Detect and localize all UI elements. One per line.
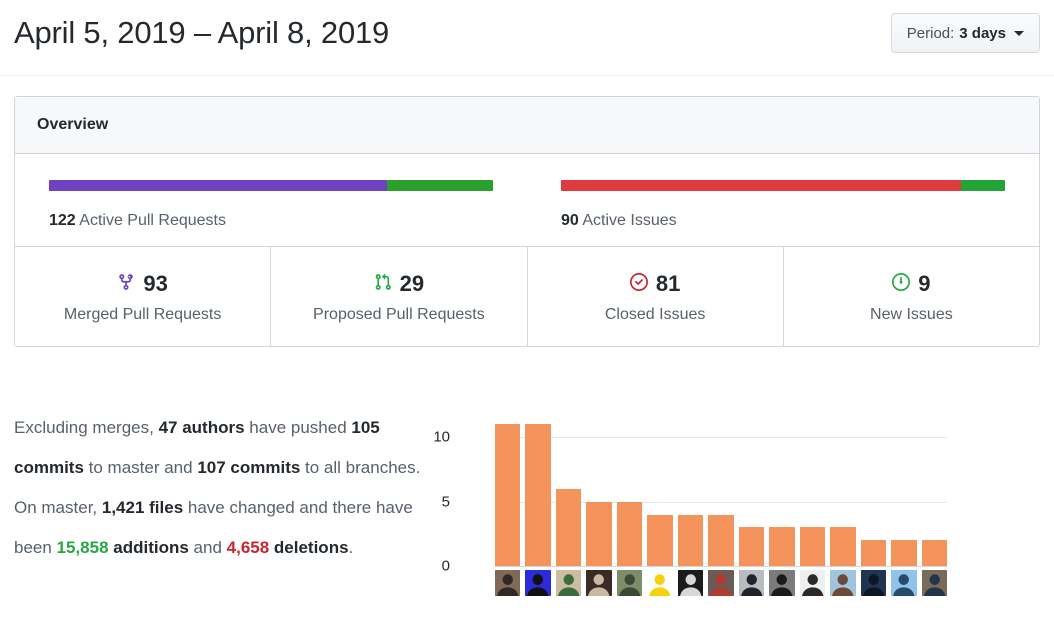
bar-15[interactable] — [922, 540, 947, 566]
active-issues-block: 90 Active Issues — [527, 180, 1039, 246]
stat-proposed-value: 29 — [400, 271, 424, 297]
active-pull-requests-block: 122 Active Pull Requests — [15, 180, 527, 246]
page-title: April 5, 2019 – April 8, 2019 — [14, 15, 389, 51]
bar-10[interactable] — [769, 527, 794, 566]
git-pull-request-icon — [374, 273, 392, 296]
avatar-1[interactable] — [495, 570, 520, 596]
overview-card-title: Overview — [37, 116, 108, 134]
avatar-12[interactable] — [830, 570, 855, 596]
summary-part-10: additions — [109, 538, 189, 557]
avatar-7[interactable] — [678, 570, 703, 596]
stat-proposed-top: 29 — [277, 271, 520, 297]
bar-1[interactable] — [495, 424, 520, 566]
progress-segment-merged — [49, 180, 387, 191]
active-pull-requests-progress-bar — [49, 180, 493, 191]
bar-11[interactable] — [800, 527, 825, 566]
active-pull-requests-count: 122 — [49, 212, 76, 229]
pulse-bottom-section: Excluding merges, 47 authors have pushed… — [0, 398, 1054, 619]
stat-proposed-pull-requests[interactable]: 29 Proposed Pull Requests — [270, 247, 526, 346]
page-header: April 5, 2019 – April 8, 2019 Period: 3 … — [0, 0, 1054, 76]
overview-stats-row: 93 Merged Pull Requests 29 Proposed Pull… — [15, 246, 1039, 346]
period-dropdown-button[interactable]: Period: 3 days — [891, 13, 1040, 53]
avatar-2[interactable] — [525, 570, 550, 596]
summary-part-0: Excluding merges, — [14, 418, 159, 437]
y-axis-tick-10: 10 — [410, 429, 450, 446]
chart-x-axis — [495, 566, 947, 567]
summary-part-7: 1,421 files — [102, 498, 183, 517]
progress-segment-new — [961, 180, 1005, 191]
stat-merged-label: Merged Pull Requests — [21, 306, 264, 324]
issue-opened-icon — [892, 273, 910, 296]
stat-closed-issues[interactable]: 81 Closed Issues — [527, 247, 783, 346]
stat-merged-value: 93 — [143, 271, 167, 297]
avatar-8[interactable] — [708, 570, 733, 596]
y-axis-tick-5: 5 — [410, 493, 450, 510]
bar-9[interactable] — [739, 527, 764, 566]
bar-5[interactable] — [617, 502, 642, 566]
stat-new-top: 9 — [790, 271, 1033, 297]
summary-part-13: deletions — [269, 538, 348, 557]
overview-progress-row: 122 Active Pull Requests 90 Active Issue… — [15, 154, 1039, 246]
stat-new-label: New Issues — [790, 306, 1033, 324]
stat-new-issues[interactable]: 9 New Issues — [783, 247, 1039, 346]
stat-closed-top: 81 — [534, 271, 777, 297]
bar-7[interactable] — [678, 515, 703, 566]
summary-part-1: 47 authors — [159, 418, 245, 437]
stat-new-value: 9 — [918, 271, 930, 297]
summary-part-12: 4,658 — [227, 538, 270, 557]
active-pull-requests-text: Active Pull Requests — [79, 212, 226, 229]
progress-segment-closed — [561, 180, 961, 191]
avatar-15[interactable] — [922, 570, 947, 596]
issue-closed-icon — [630, 273, 648, 296]
avatar-14[interactable] — [891, 570, 916, 596]
bar-2[interactable] — [525, 424, 550, 566]
avatar-6[interactable] — [647, 570, 672, 596]
avatar-4[interactable] — [586, 570, 611, 596]
stat-closed-value: 81 — [656, 271, 680, 297]
stat-merged-pull-requests[interactable]: 93 Merged Pull Requests — [15, 247, 270, 346]
y-axis-tick-0: 0 — [410, 558, 450, 575]
stat-merged-top: 93 — [21, 271, 264, 297]
summary-part-9: 15,858 — [57, 538, 109, 557]
avatar-9[interactable] — [739, 570, 764, 596]
avatar-5[interactable] — [617, 570, 642, 596]
overview-card: Overview 122 Active Pull Requests 90 — [14, 96, 1040, 347]
avatar-13[interactable] — [861, 570, 886, 596]
contributors-bar-chart: 0510 — [455, 412, 955, 602]
chart-avatar-ticks — [495, 570, 947, 598]
active-issues-text: Active Issues — [582, 212, 676, 229]
summary-part-2: have pushed — [245, 418, 352, 437]
bar-14[interactable] — [891, 540, 916, 566]
period-value: 3 days — [959, 25, 1006, 42]
stat-proposed-label: Proposed Pull Requests — [277, 306, 520, 324]
active-issues-label: 90 Active Issues — [561, 212, 1005, 230]
bar-6[interactable] — [647, 515, 672, 566]
chart-bars — [495, 418, 947, 566]
avatar-3[interactable] — [556, 570, 581, 596]
stat-closed-label: Closed Issues — [534, 306, 777, 324]
summary-part-11: and — [189, 538, 227, 557]
period-label: Period: — [907, 25, 955, 42]
git-merge-icon — [117, 273, 135, 296]
bar-8[interactable] — [708, 515, 733, 566]
bar-13[interactable] — [861, 540, 886, 566]
active-pull-requests-label: 122 Active Pull Requests — [49, 212, 493, 230]
overview-card-header: Overview — [15, 97, 1039, 154]
summary-part-14: . — [349, 538, 354, 557]
avatar-10[interactable] — [769, 570, 794, 596]
active-issues-progress-bar — [561, 180, 1005, 191]
bar-4[interactable] — [586, 502, 611, 566]
summary-part-5: 107 commits — [197, 458, 300, 477]
summary-part-4: to master and — [84, 458, 197, 477]
progress-segment-proposed — [387, 180, 493, 191]
commit-summary-text: Excluding merges, 47 authors have pushed… — [14, 408, 434, 568]
chevron-down-icon — [1014, 31, 1024, 36]
avatar-11[interactable] — [800, 570, 825, 596]
bar-3[interactable] — [556, 489, 581, 566]
repository-pulse-page: April 5, 2019 – April 8, 2019 Period: 3 … — [0, 0, 1054, 619]
bar-12[interactable] — [830, 527, 855, 566]
active-issues-count: 90 — [561, 212, 579, 229]
